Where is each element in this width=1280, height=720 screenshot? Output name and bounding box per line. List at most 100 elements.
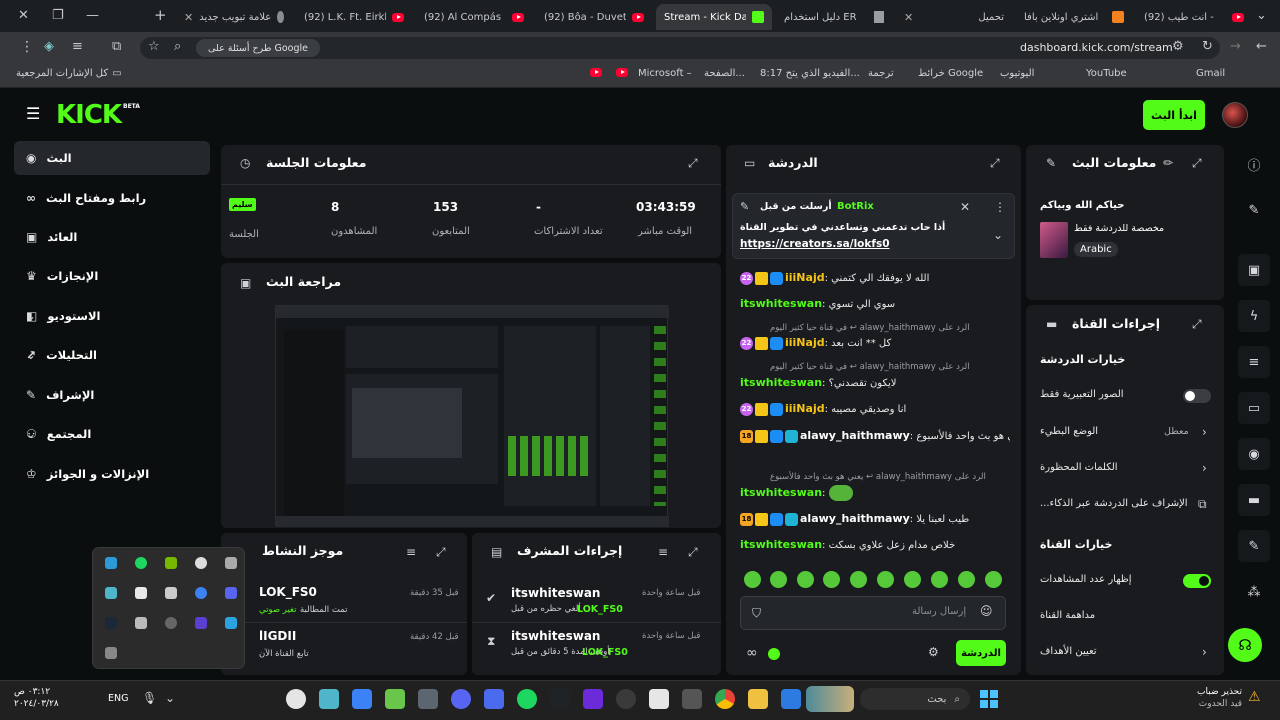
taskbar-app-icon[interactable] [319,689,339,709]
tab-close-icon[interactable]: ✕ [904,11,913,24]
minimize-window-icon[interactable]: — [86,9,99,22]
star-icon[interactable]: ☆ [148,40,160,53]
taskbar-app-icon[interactable] [484,689,504,709]
sidebar-item-stream[interactable]: البث ◉ [14,141,210,175]
tab-kick-stream[interactable]: Stream - Kick Da [656,4,772,30]
filter-icon[interactable]: ≡ [406,545,416,559]
tab-download[interactable]: ✕ تحميل [896,4,1012,30]
tab-youtube-1[interactable]: (92) L.K. Ft. Eirkk [296,4,412,30]
tab-youtube-3[interactable]: (92) Bôa - Duvet [536,4,652,30]
chevron-down-icon[interactable]: ⌄ [993,228,1003,242]
filter-icon[interactable]: ≡ [658,545,668,559]
discord-icon[interactable] [451,689,471,709]
tray-app-icon[interactable] [105,647,117,659]
panel-rail-icon[interactable]: ▬ [1238,484,1270,516]
stream-video[interactable] [275,305,669,527]
shield-icon[interactable]: ⛉ [752,606,761,621]
extension-icon[interactable]: ◈ [44,40,54,53]
emote-quick[interactable] [770,571,787,588]
zoom-icon[interactable]: ⌕ [174,40,181,53]
tray-app-icon[interactable] [225,557,237,569]
emote-quick[interactable] [850,571,867,588]
chat-rail-icon[interactable]: ▭ [1238,392,1270,424]
steam-icon[interactable] [105,617,117,629]
spotify-icon[interactable] [517,689,537,709]
lightning-icon[interactable]: ϟ [1238,300,1270,332]
windows-start-icon[interactable] [980,690,998,708]
category-thumbnail[interactable] [1040,222,1068,258]
tab-youtube-2[interactable]: (92) Al Compás [416,4,532,30]
record-icon[interactable]: ◉ [1238,438,1270,470]
sidebar-item-moderation[interactable]: الإشراف ✎ [14,378,210,412]
setting-raid[interactable]: مداهمة القناة [1040,610,1095,621]
list-icon[interactable]: ≡ [72,40,83,53]
tray-app-icon[interactable] [195,587,207,599]
avatar[interactable] [1222,102,1248,128]
activity-user-2[interactable]: lIGDII [259,629,296,643]
expand-icon[interactable]: ⤢ [436,545,446,560]
close-window-icon[interactable]: ✕ [18,9,29,22]
tray-app-icon[interactable] [105,587,117,599]
bookmark-youtube-ar[interactable]: اليوتيوب [1000,68,1034,79]
show-viewers-toggle[interactable] [1183,574,1211,588]
tab-shop[interactable]: اشتري اونلاين بأفا [1016,4,1132,30]
taskbar-app-icon[interactable] [418,689,438,709]
puzzle-icon[interactable]: ⧉ [112,40,121,53]
infinity-icon[interactable]: ∞ [746,645,758,661]
sidebar-item-stream-key[interactable]: رابط ومفتاح البث ∞ [14,181,210,215]
category-name[interactable]: مخصصة للدردشة فقط [1074,223,1164,234]
emote-quick[interactable] [797,571,814,588]
mod-by-2[interactable]: LOK_FS0 [582,647,628,658]
bookmark-video[interactable]: 8:17 الفيديو الذي يتح... [760,68,860,79]
emote-quick[interactable] [877,571,894,588]
pencil-icon[interactable]: ✎ [1238,194,1270,226]
emote-quick[interactable] [823,571,840,588]
tray-app-icon[interactable] [165,617,177,629]
tab-search-icon[interactable]: ⌄ [1256,9,1267,22]
taskbar-app-icon[interactable] [649,689,669,709]
sidebar-item-community[interactable]: ⌄ المجتمع ⚇ [14,417,210,451]
tray-app-icon[interactable] [135,587,147,599]
bookmark-translate[interactable]: ترجمة [868,68,894,79]
sidebar-item-revenue[interactable]: العائد ▣ [14,220,210,254]
bookmark-gmail[interactable]: Gmail [1196,68,1225,79]
bookmark-youtube[interactable]: YouTube [1086,68,1127,79]
bookmark-yt-b[interactable] [616,68,628,77]
taskbar-app-icon[interactable] [286,689,306,709]
clock[interactable]: ٠٣:١٢ ص ٢٠٢٤/٠٣/٢٨ [14,686,59,710]
chevron-right-icon[interactable]: › [1202,645,1207,659]
support-icon[interactable]: ☊ [1228,628,1262,662]
chevron-right-icon[interactable]: › [1202,425,1207,439]
menu-dots-icon[interactable]: ⋮ [20,40,34,54]
tab-youtube-4[interactable]: (92) أنت طيب - [1136,4,1252,30]
discord-icon[interactable] [225,587,237,599]
more-options-icon[interactable]: ⋮ [994,200,1006,214]
chevron-right-icon[interactable]: › [1202,461,1207,475]
taskbar-app-icon[interactable] [781,689,801,709]
restore-window-icon[interactable]: ❐ [52,9,64,22]
taskbar-app-icon[interactable] [385,689,405,709]
chrome-icon[interactable] [715,689,735,709]
sidebar-item-drops[interactable]: الإنزالات و الجوائز ♔ [14,457,210,491]
site-settings-icon[interactable]: ⚙ [1172,40,1184,53]
new-tab-icon[interactable]: + [154,8,167,23]
send-chat-button[interactable]: الدردشة [956,640,1006,666]
file-explorer-icon[interactable] [748,689,768,709]
external-link-icon[interactable]: ⧉ [1198,497,1207,512]
tray-app-icon[interactable] [225,617,237,629]
bookmark-microsoft[interactable]: Microsoft – [638,68,692,79]
bookmark-page[interactable]: الصفحة... [704,68,745,79]
taskbar-app-icon[interactable] [550,689,570,709]
edit-icon[interactable]: ✏ [1163,156,1173,170]
expand-icon[interactable]: ⤢ [1192,156,1202,171]
wrench-rail-icon[interactable]: ✎ [1238,530,1270,562]
emote-quick[interactable] [931,571,948,588]
widgets-icon[interactable] [806,686,854,712]
tray-app-icon[interactable] [195,617,207,629]
emote-quick[interactable] [958,571,975,588]
language-indicator[interactable]: ENG [108,693,128,704]
nvidia-icon[interactable] [165,557,177,569]
emoji-icon[interactable]: ☺ [980,604,993,618]
emote-quick[interactable] [904,571,921,588]
points-icon[interactable] [768,648,780,660]
